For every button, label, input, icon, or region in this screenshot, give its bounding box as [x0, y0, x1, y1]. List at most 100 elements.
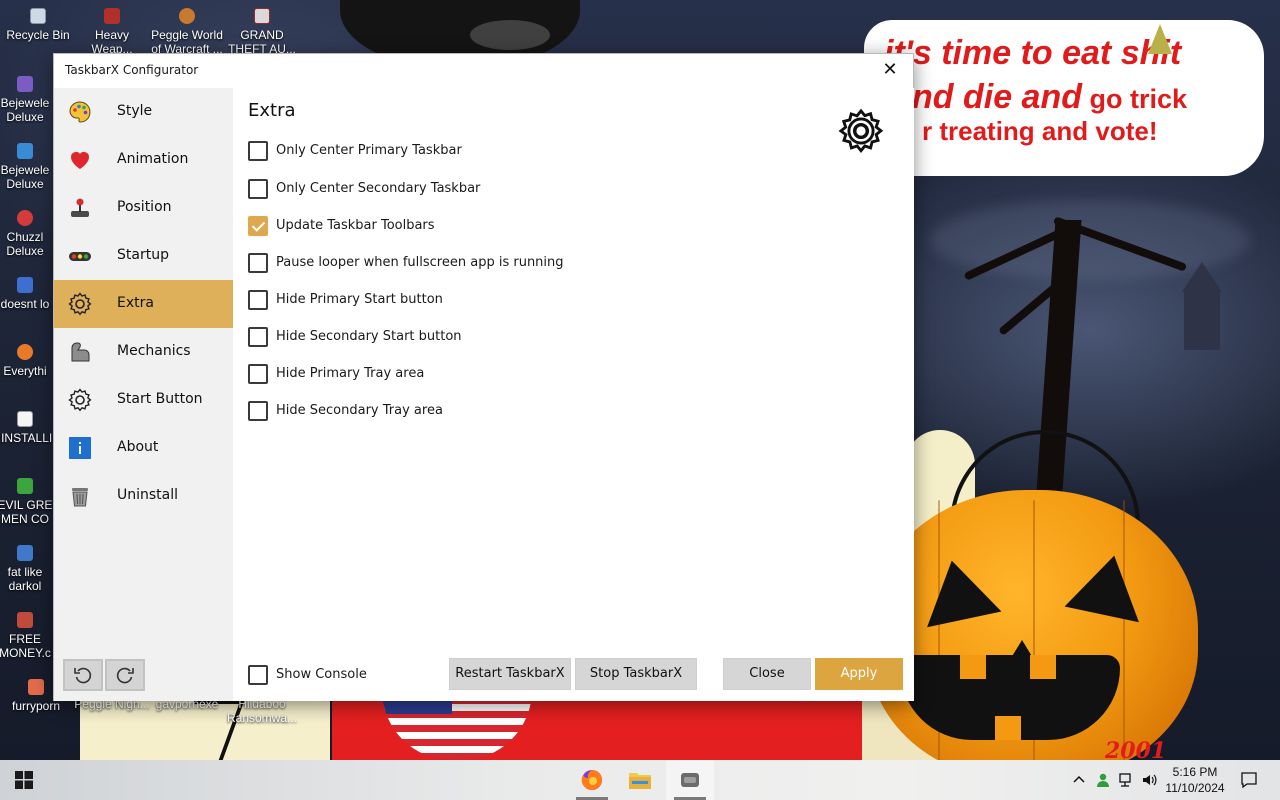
- desktop-icon-bejeweled-2[interactable]: Bejewele Deluxe: [0, 143, 53, 191]
- desktop-icon-label: Hildaboo Ransomwa...: [226, 697, 298, 725]
- taskbar-app-taskbarx[interactable]: [666, 760, 714, 800]
- game-shortcut-icon: [17, 210, 33, 226]
- desktop-icon-label: !INSTALLI: [0, 431, 53, 445]
- sidebar-item-start-button[interactable]: Start Button: [54, 376, 233, 424]
- apply-button[interactable]: Apply: [815, 658, 903, 690]
- redo-icon: [116, 667, 134, 684]
- joystick-icon: [71, 198, 89, 217]
- clock-time: 5:16 PM: [1172, 765, 1218, 779]
- sidebar-item-label: Startup: [117, 247, 169, 263]
- desktop-icon-doesnt-lo[interactable]: doesnt lo: [0, 277, 53, 311]
- bubble-line-3: r treating and vote!: [922, 116, 1158, 146]
- redo-button[interactable]: [105, 659, 145, 691]
- desktop-icon-gta[interactable]: GRAND THEFT AU...: [223, 8, 301, 56]
- sidebar-item-extra[interactable]: Extra: [54, 280, 233, 328]
- desktop-icon-label: Bejewele Deluxe: [0, 96, 50, 124]
- checkbox-checked[interactable]: [248, 216, 268, 236]
- people-icon[interactable]: [1095, 772, 1111, 788]
- notification-icon[interactable]: [1240, 771, 1258, 789]
- gear-icon: [838, 108, 884, 154]
- checkbox[interactable]: [248, 364, 268, 384]
- sidebar-item-label: Position: [117, 199, 172, 215]
- desktop-icon-label: Peggle World of Warcraft ...: [151, 28, 223, 56]
- desktop-icon-label: Bejewele Deluxe: [0, 163, 50, 191]
- sidebar-item-label: Extra: [117, 295, 154, 311]
- start-button[interactable]: [0, 760, 48, 800]
- chevron-up-icon[interactable]: [1071, 772, 1087, 788]
- desktop-icon-recycle-bin[interactable]: Recycle Bin: [0, 8, 77, 42]
- shortcut-icon: [28, 679, 44, 695]
- folder-icon: [629, 773, 651, 789]
- sidebar-item-animation[interactable]: Animation: [54, 136, 233, 184]
- desktop-icon-label: Recycle Bin: [6, 28, 70, 42]
- option-label: Only Center Primary Taskbar: [276, 143, 462, 158]
- volume-icon[interactable]: [1141, 772, 1157, 788]
- option-label: Hide Secondary Start button: [276, 329, 462, 344]
- stop-taskbarx-button[interactable]: Stop TaskbarX: [575, 658, 697, 690]
- desktop-icon-installer[interactable]: !INSTALLI: [0, 411, 53, 445]
- close-window-button[interactable]: ✕: [867, 54, 913, 86]
- checkbox[interactable]: [248, 141, 268, 161]
- taskbar: 5:16 PM 11/10/2024: [0, 760, 1280, 800]
- recycle-bin-icon: [30, 8, 46, 24]
- desktop-icon-heavy-weapon[interactable]: Heavy Weap...: [73, 8, 151, 56]
- windows-logo-icon: [15, 771, 33, 789]
- bubble-line-2-italic: nd die and: [912, 78, 1082, 116]
- heart-icon: [71, 152, 89, 169]
- desktop-icon-chuzzle[interactable]: Chuzzl Deluxe: [0, 210, 53, 258]
- game-shortcut-icon: [17, 143, 33, 159]
- checkbox[interactable]: [248, 179, 268, 199]
- desktop-icon-bejeweled-1[interactable]: Bejewele Deluxe: [0, 76, 53, 124]
- checkbox[interactable]: [248, 665, 268, 685]
- desktop-icon-everything[interactable]: Everythi: [0, 344, 53, 378]
- sidebar-item-position[interactable]: Position: [54, 184, 233, 232]
- sidebar-item-uninstall[interactable]: Uninstall: [54, 472, 233, 520]
- church-roof: [1182, 262, 1222, 292]
- desktop-icon-peggle-wow[interactable]: Peggle World of Warcraft ...: [148, 8, 226, 56]
- undo-button[interactable]: [63, 659, 103, 691]
- sidebar-item-about[interactable]: About: [54, 424, 233, 472]
- clock-date: 11/10/2024: [1165, 781, 1225, 795]
- firefox-icon: [581, 770, 602, 791]
- undo-icon: [74, 667, 92, 684]
- option-label: Only Center Secondary Taskbar: [276, 181, 481, 196]
- gear-icon: [68, 388, 92, 412]
- title-bar[interactable]: TaskbarX Configurator ✕: [54, 54, 913, 88]
- bubble-line-2-plain: go trick: [1082, 84, 1188, 114]
- taskbar-app-firefox[interactable]: [568, 760, 616, 800]
- info-icon: [69, 437, 91, 459]
- small-hat-shape: [1148, 24, 1172, 54]
- sidebar-item-label: About: [117, 439, 159, 455]
- checkbox[interactable]: [248, 253, 268, 273]
- desktop-icon-label: EVIL GRE MEN CO: [0, 498, 53, 526]
- option-label: Show Console: [276, 667, 367, 682]
- desktop-icon-label: furryporn: [11, 699, 61, 713]
- desktop-icon-label: FREE MONEY.c: [0, 632, 51, 660]
- church-building: [1184, 290, 1220, 350]
- desktop-icon-evil-green[interactable]: EVIL GRE MEN CO: [0, 478, 53, 526]
- taskbar-app-file-explorer[interactable]: [616, 760, 664, 800]
- sidebar-item-style[interactable]: Style: [54, 88, 233, 136]
- close-button[interactable]: Close: [723, 658, 811, 690]
- desktop-icon-label: Everythi: [3, 364, 47, 378]
- checkbox[interactable]: [248, 401, 268, 421]
- system-clock[interactable]: 5:16 PM 11/10/2024: [1160, 764, 1230, 796]
- desktop-icon-label: GRAND THEFT AU...: [228, 28, 296, 56]
- sidebar-item-startup[interactable]: Startup: [54, 232, 233, 280]
- network-icon[interactable]: [1118, 772, 1134, 788]
- desktop-icon-label: doesnt lo: [0, 297, 50, 311]
- desktop-icon-free-money[interactable]: FREE MONEY.c: [0, 612, 53, 660]
- desktop-icon-fat-like[interactable]: fat like darkol: [0, 545, 53, 593]
- sidebar: Style Animation Position Startup Extra M…: [54, 88, 233, 701]
- pumpkin-mouth: [900, 655, 1120, 740]
- game-shortcut-icon: [104, 8, 120, 24]
- checkbox[interactable]: [248, 327, 268, 347]
- desktop-icon-hildaboo[interactable]: Hildaboo Ransomwa...: [223, 697, 301, 725]
- checkbox[interactable]: [248, 290, 268, 310]
- extra-settings-panel: Extra Only Center Primary Taskbar Only C…: [233, 88, 914, 701]
- restart-taskbarx-button[interactable]: Restart TaskbarX: [449, 658, 571, 690]
- sidebar-item-label: Start Button: [117, 391, 203, 407]
- option-label: Pause looper when fullscreen app is runn…: [276, 255, 564, 270]
- sidebar-item-mechanics[interactable]: Mechanics: [54, 328, 233, 376]
- text-file-icon: [17, 411, 33, 427]
